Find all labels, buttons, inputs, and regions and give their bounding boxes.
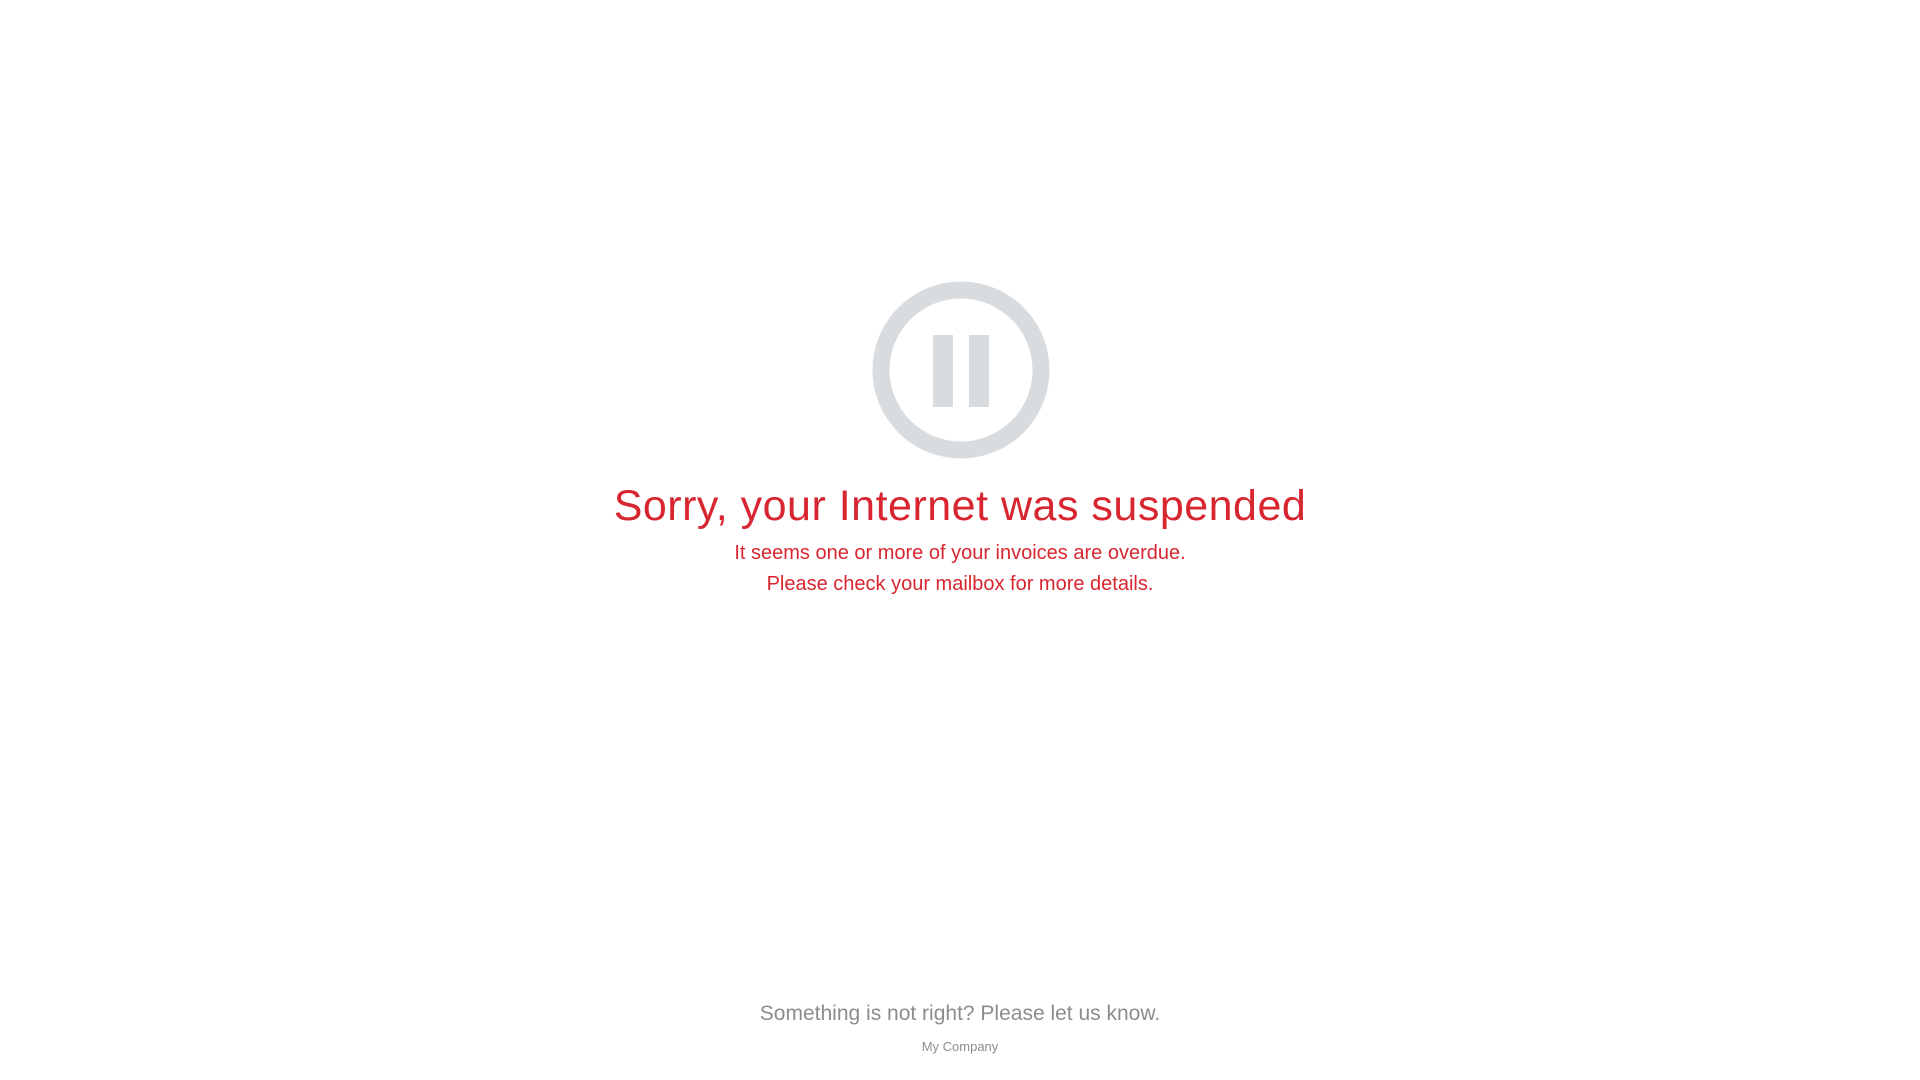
suspension-title: Sorry, your Internet was suspended [613,482,1307,530]
message-line: It seems one or more of your invoices ar… [734,542,1186,564]
suspension-message: It seems one or more of your invoices ar… [0,538,1920,600]
suspension-page: Sorry, your Internet was suspended It se… [0,0,1920,1080]
pause-circle-icon [872,281,1050,459]
contact-link[interactable]: Something is not right? Please let us kn… [0,999,1920,1029]
company-name: My Company [921,1039,999,1054]
message-line: Please check your mailbox for more detai… [766,573,1154,595]
